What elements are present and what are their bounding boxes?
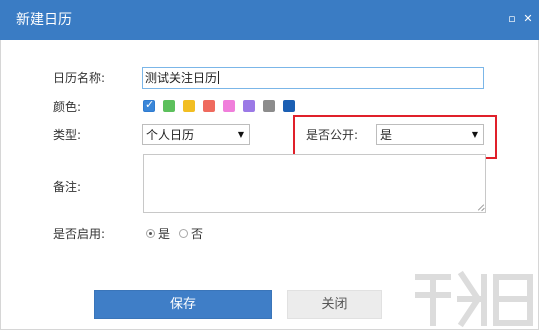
color-swatch[interactable] [263, 100, 275, 112]
enabled-yes-label: 是 [158, 227, 171, 241]
color-swatch[interactable] [163, 100, 175, 112]
color-label: 颜色: [53, 100, 82, 114]
highlight-box [293, 115, 497, 159]
enabled-no-radio[interactable] [179, 229, 188, 238]
type-label: 类型: [53, 128, 82, 142]
calendar-name-input[interactable]: 测试关注日历 [142, 67, 484, 89]
type-select-value: 个人日历 [146, 128, 195, 142]
color-swatch[interactable] [183, 100, 195, 112]
enabled-yes-radio[interactable] [146, 229, 155, 238]
color-swatch[interactable] [223, 100, 235, 112]
color-swatch[interactable] [243, 100, 255, 112]
restore-icon[interactable]: ▫ [505, 12, 519, 26]
remark-textarea[interactable] [143, 154, 486, 213]
title-bar: 新建日历 ▫ ✕ [0, 0, 539, 40]
color-swatch[interactable] [283, 100, 295, 112]
save-button[interactable]: 保存 [94, 290, 272, 319]
dropdown-arrow-icon: ▼ [237, 130, 244, 139]
resize-grip-icon[interactable] [477, 204, 484, 211]
text-caret [218, 71, 220, 84]
remark-label: 备注: [53, 180, 82, 194]
calendar-name-value: 测试关注日历 [145, 71, 218, 85]
checkmark-icon: ✓ [145, 98, 155, 111]
close-button[interactable]: 关闭 [287, 290, 382, 319]
color-swatch[interactable]: ✓ [143, 98, 155, 112]
type-select[interactable]: 个人日历 ▼ [142, 124, 250, 145]
enabled-label: 是否启用: [53, 227, 106, 241]
close-icon[interactable]: ✕ [521, 12, 535, 26]
enabled-no-label: 否 [191, 227, 204, 241]
color-swatch[interactable] [203, 100, 215, 112]
calendar-name-label: 日历名称: [53, 71, 106, 85]
dialog-title: 新建日历 [16, 12, 72, 28]
